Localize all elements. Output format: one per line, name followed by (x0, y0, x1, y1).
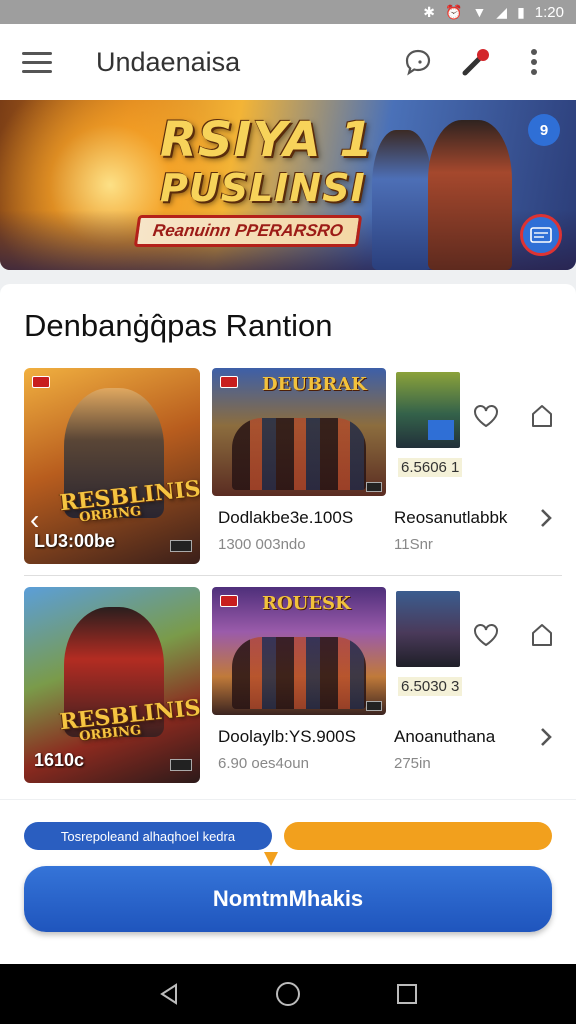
content-card: Denbanġq̂pas Rantion RESBLINIS ORBING ‹ L… (0, 284, 576, 799)
game-title[interactable]: Doolaylb:YS.900S (218, 727, 356, 747)
rating-badge (366, 482, 382, 492)
hero-figure (372, 130, 432, 270)
game-cover-large[interactable]: RESBLINIS ORBING ‹ LU3:00be (24, 368, 200, 564)
game-subtitle: 6.90 oes4oun (218, 755, 309, 772)
recents-icon[interactable] (387, 974, 427, 1014)
promo-banner[interactable]: RSIYA 1 PUSLINSI Reanuinn PPERARSRO 9 (0, 100, 576, 270)
rating-badge (170, 540, 192, 552)
badge-icon (220, 376, 238, 388)
system-nav-bar (0, 964, 576, 1024)
pointer-caret-icon (264, 852, 278, 866)
home-icon[interactable] (268, 974, 308, 1014)
game-row: RESBLINIS ORBING 1610c ROUESK 6.5030 3 Do… (0, 587, 576, 787)
game-cover-large[interactable]: RESBLINIS ORBING 1610c (24, 587, 200, 783)
rating-badge (366, 701, 382, 711)
cover-price: 1610c (34, 750, 85, 770)
status-time: 1:20 (534, 3, 564, 21)
wifi-icon: ▼ (472, 4, 487, 20)
banner-title-line1: RSIYA 1 (160, 112, 374, 168)
alarm-icon: ⏰ (445, 4, 463, 20)
banner-info-badge[interactable]: 9 (528, 114, 560, 146)
small-price: 6.5606 1 (398, 458, 463, 477)
bag-icon[interactable] (528, 402, 556, 430)
cover-box (428, 420, 454, 440)
chevron-right-icon[interactable] (532, 504, 560, 532)
progress-pill[interactable] (284, 822, 552, 850)
chat-icon[interactable] (398, 42, 438, 82)
game-subtitle: 1300 003ndo (218, 536, 306, 553)
game-title[interactable]: Dodlakbe3e.100S (218, 508, 353, 528)
chevron-right-icon[interactable] (532, 723, 560, 751)
game-title[interactable]: Reosanutlabbk (394, 508, 507, 528)
cover-price: LU3:00be (34, 531, 116, 551)
game-subtitle: 275in (394, 755, 431, 772)
more-vert-icon[interactable] (514, 42, 554, 82)
primary-action-button[interactable]: NomtmMhakis (24, 866, 552, 932)
heart-icon[interactable] (472, 402, 500, 430)
small-price: 6.5030 3 (398, 677, 463, 696)
status-bar: ✱ ⏰ ▼ ◢ ▮ 1:20 (0, 0, 576, 24)
cover-figures (232, 418, 366, 490)
game-title[interactable]: Anoanuthana (394, 727, 495, 747)
progress-label-pill[interactable]: Tosrepoleand alhaqhoel kedra (24, 822, 272, 850)
rating-badge (170, 759, 192, 771)
battery-icon: ▮ (517, 4, 525, 20)
game-row: RESBLINIS ORBING ‹ LU3:00be DEUBRAK 6.560… (0, 368, 576, 568)
bag-icon[interactable] (528, 621, 556, 649)
banner-title-line2: PUSLINSI (160, 166, 366, 210)
app-title: Undaenaisa (96, 46, 241, 77)
cover-logo: DEUBRAK (262, 374, 367, 395)
cover-logo: ROUESK (262, 593, 351, 614)
banner-ribbon: Reanuinn PPERARSRO (133, 215, 363, 247)
game-cover-small[interactable] (396, 372, 460, 448)
game-subtitle: 11Snr (394, 536, 433, 553)
bluetooth-icon: ✱ (423, 4, 435, 20)
game-cover-small[interactable] (396, 591, 460, 667)
microphone-icon[interactable] (456, 42, 496, 82)
menu-icon[interactable] (22, 42, 62, 82)
hero-figure (428, 120, 512, 270)
section-title: Denbanġq̂pas Rantion (24, 308, 333, 343)
badge-icon (220, 595, 238, 607)
heart-icon[interactable] (472, 621, 500, 649)
cover-figures (232, 637, 366, 709)
row-divider (24, 575, 562, 576)
banner-gallery-icon[interactable] (520, 214, 562, 256)
badge-icon (32, 376, 50, 388)
game-cover-medium[interactable]: ROUESK (212, 587, 386, 715)
app-bar: Undaenaisa (0, 24, 576, 100)
back-icon[interactable] (149, 974, 189, 1014)
signal-icon: ◢ (496, 4, 508, 20)
game-cover-medium[interactable]: DEUBRAK (212, 368, 386, 496)
bottom-panel: Tosrepoleand alhaqhoel kedra NomtmMhakis (0, 800, 576, 964)
